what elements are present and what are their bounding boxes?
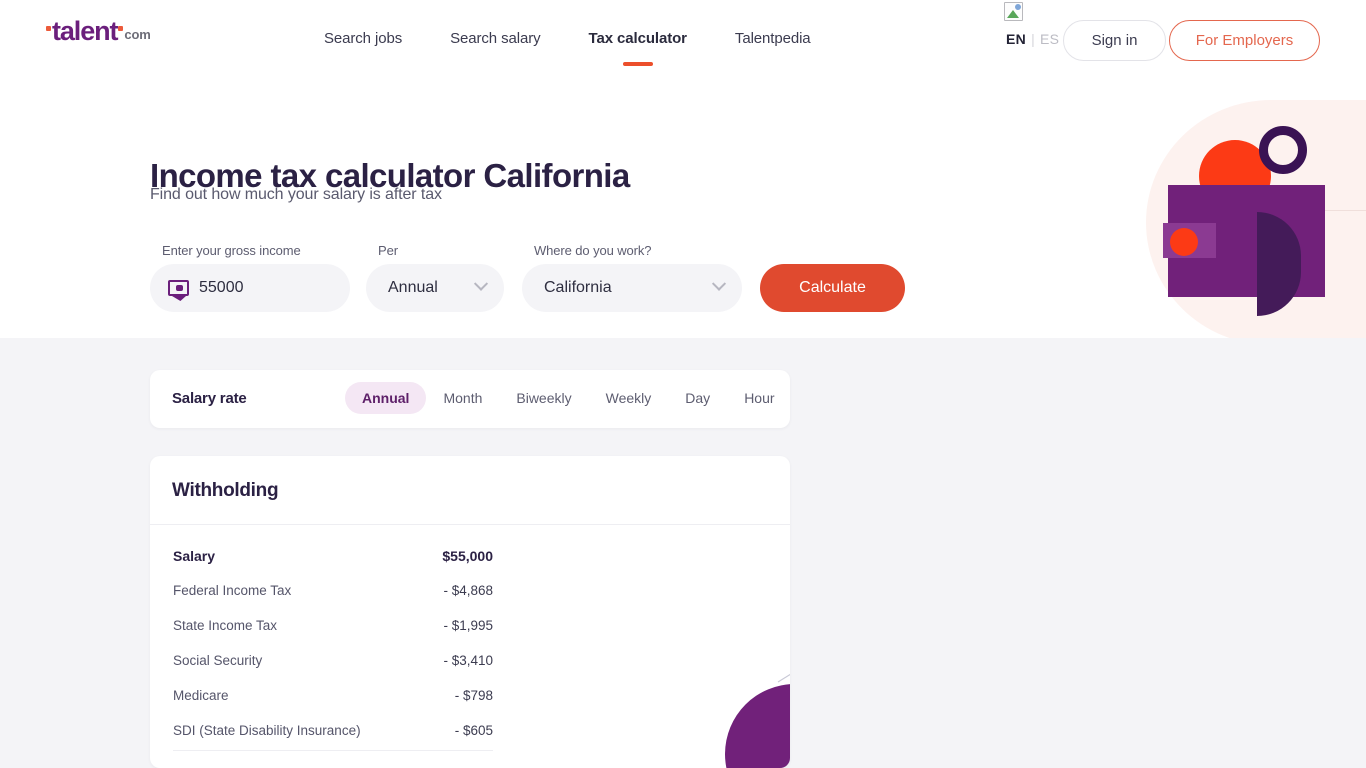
state-select[interactable]: California <box>522 264 742 312</box>
row-value: - $605 <box>454 723 493 738</box>
per-select[interactable]: Annual <box>366 264 504 312</box>
table-row: Medicare - $798 <box>173 678 493 713</box>
row-value: - $1,995 <box>443 618 493 633</box>
page-subtitle: Find out how much your salary is after t… <box>150 186 442 203</box>
row-label: Medicare <box>173 688 229 703</box>
logo-dot-left <box>46 26 51 31</box>
logo-dot-right <box>118 26 124 31</box>
table-row: Salary $55,000 <box>173 538 493 573</box>
rate-tab-month[interactable]: Month <box>426 382 499 414</box>
state-select-value: California <box>544 279 612 296</box>
rate-tab-day[interactable]: Day <box>668 382 727 414</box>
withholding-title: Withholding <box>172 480 279 501</box>
row-label: Salary <box>173 547 216 564</box>
withholding-divider <box>150 524 790 525</box>
table-row: State Income Tax - $1,995 <box>173 608 493 643</box>
logo-suffix: com <box>124 27 151 42</box>
site-header: talent com Search jobs Search salary Tax … <box>0 0 1366 80</box>
sign-in-button[interactable]: Sign in <box>1063 20 1166 61</box>
salary-rate-card: Salary rate Annual Month Biweekly Weekly… <box>150 370 790 428</box>
nav-label: Talentpedia <box>734 30 811 47</box>
nav-label: Search jobs <box>324 30 403 47</box>
nav-label: Search salary <box>450 30 541 47</box>
page-root: talent com Search jobs Search salary Tax … <box>0 0 1366 768</box>
lang-es[interactable]: ES <box>1040 31 1059 47</box>
main-nav: Search jobs Search salary Tax calculator… <box>300 26 835 66</box>
state-field-label: Where do you work? <box>534 243 652 258</box>
rate-tab-hour[interactable]: Hour <box>727 382 791 414</box>
table-row: Federal Income Tax - $4,868 <box>173 573 493 608</box>
rate-tab-weekly[interactable]: Weekly <box>589 382 669 414</box>
withholding-table: Salary $55,000 Federal Income Tax - $4,8… <box>173 538 493 748</box>
talent-logo[interactable]: talent com <box>46 18 151 45</box>
chevron-down-icon <box>711 276 727 291</box>
nav-item-search-salary[interactable]: Search salary <box>426 26 564 51</box>
rate-tab-biweekly[interactable]: Biweekly <box>499 382 588 414</box>
row-label: Federal Income Tax <box>173 583 292 598</box>
lang-en[interactable]: EN <box>1006 31 1026 47</box>
nav-item-talentpedia[interactable]: Talentpedia <box>711 26 835 51</box>
lang-separator: | <box>1031 31 1035 47</box>
table-row: SDI (State Disability Insurance) - $605 <box>173 713 493 748</box>
per-select-value: Annual <box>388 279 438 296</box>
row-label: State Income Tax <box>173 618 278 633</box>
salary-rate-tabs: Annual Month Biweekly Weekly Day Hour <box>345 382 792 414</box>
row-label: SDI (State Disability Insurance) <box>173 723 361 738</box>
broken-image-icon <box>1004 2 1023 21</box>
art-purple-ring <box>1259 126 1307 174</box>
tax-pie-chart: 21.2% Total tax <box>570 574 790 768</box>
row-value: - $798 <box>454 688 493 703</box>
salary-rate-label: Salary rate <box>172 390 247 407</box>
nav-item-tax-calculator[interactable]: Tax calculator <box>565 26 711 66</box>
art-orange-dot <box>1170 228 1198 256</box>
language-switcher[interactable]: EN | ES <box>1006 31 1059 47</box>
chevron-down-icon <box>473 276 489 291</box>
logo-wordmark: talent <box>52 16 119 46</box>
calculate-button[interactable]: Calculate <box>760 264 905 312</box>
nav-label: Tax calculator <box>588 30 687 47</box>
row-value: - $4,868 <box>443 583 493 598</box>
row-value: - $3,410 <box>443 653 493 668</box>
gross-income-input[interactable] <box>199 279 339 297</box>
income-field-label: Enter your gross income <box>162 243 301 258</box>
pie-slices <box>725 684 790 768</box>
money-icon <box>168 280 189 296</box>
per-field-label: Per <box>378 243 398 258</box>
income-field[interactable] <box>150 264 350 312</box>
row-label: Social Security <box>173 653 263 668</box>
table-row: Social Security - $3,410 <box>173 643 493 678</box>
nav-active-underline <box>622 62 653 66</box>
for-employers-button[interactable]: For Employers <box>1169 20 1320 61</box>
decorative-artwork <box>1136 95 1366 338</box>
row-value: $55,000 <box>442 547 493 564</box>
withholding-bottom-divider <box>173 750 493 751</box>
rate-tab-annual[interactable]: Annual <box>345 382 427 414</box>
nav-item-search-jobs[interactable]: Search jobs <box>300 26 426 51</box>
withholding-card: Withholding Salary $55,000 Federal Incom… <box>150 456 790 768</box>
